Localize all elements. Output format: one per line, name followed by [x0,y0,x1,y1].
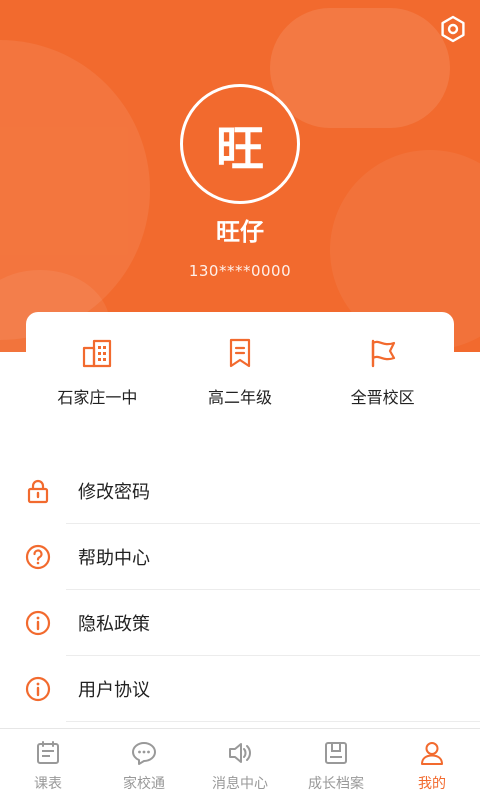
school-info-card: 石家庄一中 高二年级 全晋校区 [26,312,454,432]
settings-menu: 修改密码 帮助中心 隐私政策 用户协议 [0,458,480,722]
menu-item-privacy-policy[interactable]: 隐私政策 [0,590,480,656]
tab-growth-archive[interactable]: 成长档案 [288,729,384,800]
grade-info-item[interactable]: 高二年级 [169,312,312,432]
grade-name: 高二年级 [208,388,273,407]
question-circle-icon [24,543,52,571]
tab-timetable[interactable]: 课表 [0,729,96,800]
tab-messages[interactable]: 消息中心 [192,729,288,800]
menu-divider [66,721,480,722]
menu-item-label: 修改密码 [78,482,150,503]
tab-mine[interactable]: 我的 [384,729,480,800]
speaker-icon [226,739,254,767]
info-circle-icon [24,675,52,703]
tab-label: 我的 [418,776,446,792]
flag-icon [366,336,400,370]
bookmark-icon [223,336,257,370]
building-icon [80,336,114,370]
menu-item-change-password[interactable]: 修改密码 [0,458,480,524]
tab-home-school[interactable]: 家校通 [96,729,192,800]
menu-item-help-center[interactable]: 帮助中心 [0,524,480,590]
profile-header: 旺 旺仔 130****0000 [0,0,480,352]
bottom-tab-bar: 课表 家校通 消息中心 成长档案 我的 [0,728,480,800]
tab-label: 消息中心 [212,776,268,792]
school-info-item[interactable]: 石家庄一中 [26,312,169,432]
menu-item-user-agreement[interactable]: 用户协议 [0,656,480,722]
user-phone: 130****0000 [188,262,292,280]
lock-icon [24,477,52,505]
school-name: 石家庄一中 [57,388,138,407]
menu-item-label: 帮助中心 [78,548,150,569]
user-icon [418,739,446,767]
campus-name: 全晋校区 [350,388,415,407]
header-decoration [270,8,450,128]
tab-label: 家校通 [123,776,165,792]
menu-item-label: 用户协议 [78,680,150,701]
tab-label: 成长档案 [308,776,364,792]
settings-hexagon-icon [441,15,465,43]
timetable-icon [34,739,62,767]
tab-label: 课表 [34,776,62,792]
campus-info-item[interactable]: 全晋校区 [311,312,454,432]
info-circle-icon [24,609,52,637]
menu-item-label: 隐私政策 [78,614,150,635]
chat-bubble-icon [130,739,158,767]
user-name: 旺仔 [216,218,264,246]
archive-icon [322,739,350,767]
settings-button[interactable] [438,14,468,44]
avatar[interactable]: 旺 [180,84,300,204]
